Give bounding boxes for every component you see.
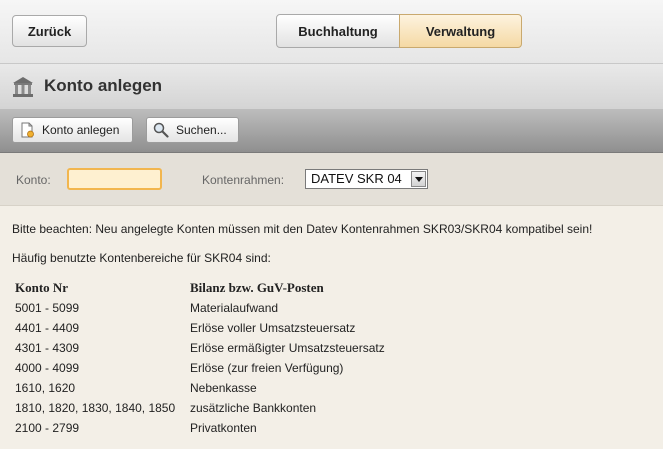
account-range: 4401 - 4409 xyxy=(15,321,80,335)
table-row: 1610, 1620 Nebenkasse xyxy=(12,378,389,398)
kontenrahmen-selected-value: DATEV SKR 04 xyxy=(311,171,402,186)
top-nav-bar: Zurück Buchhaltung Verwaltung xyxy=(0,0,663,63)
table-row: 2100 - 2799 Privatkonten xyxy=(12,418,389,438)
konto-label: Konto: xyxy=(16,173,51,187)
account-posting: Erlöse (zur freien Verfügung) xyxy=(190,361,344,375)
new-document-icon xyxy=(19,122,35,138)
account-ranges-table: Konto Nr Bilanz bzw. GuV-Posten 5001 - 5… xyxy=(12,278,389,438)
account-range: 4000 - 4099 xyxy=(15,361,80,375)
account-range: 1810, 1820, 1830, 1840, 1850 xyxy=(15,401,176,415)
account-range: 2100 - 2799 xyxy=(15,421,80,435)
table-row: 1810, 1820, 1830, 1840, 1850 zusätzliche… xyxy=(12,398,389,418)
account-posting: Erlöse voller Umsatzsteuersatz xyxy=(190,321,356,335)
kontenrahmen-label: Kontenrahmen: xyxy=(202,173,285,187)
account-form: Konto: Kontenrahmen: DATEV SKR 04 xyxy=(0,153,663,206)
account-posting: Privatkonten xyxy=(190,421,257,435)
back-button[interactable]: Zurück xyxy=(12,15,87,47)
toolbar: Konto anlegen Suchen... xyxy=(0,109,663,153)
tab-verwaltung[interactable]: Verwaltung xyxy=(399,14,522,48)
table-row: 4000 - 4099 Erlöse (zur freien Verfügung… xyxy=(12,358,389,378)
page-header: Konto anlegen xyxy=(0,63,663,109)
chevron-down-icon[interactable] xyxy=(411,171,426,187)
account-range: 4301 - 4309 xyxy=(15,341,80,355)
kontenrahmen-select[interactable]: DATEV SKR 04 xyxy=(305,169,428,189)
create-account-button[interactable]: Konto anlegen xyxy=(12,117,133,143)
account-posting: Erlöse ermäßigter Umsatzsteuersatz xyxy=(190,341,385,355)
bank-icon xyxy=(12,76,34,98)
table-row: 5001 - 5099 Materialaufwand xyxy=(12,298,389,318)
table-header-row: Konto Nr Bilanz bzw. GuV-Posten xyxy=(12,278,389,298)
account-posting: zusätzliche Bankkonten xyxy=(190,401,317,415)
table-row: 4401 - 4409 Erlöse voller Umsatzsteuersa… xyxy=(12,318,389,338)
column-header-konto-nr: Konto Nr xyxy=(15,280,69,295)
create-account-label: Konto anlegen xyxy=(42,123,120,137)
konto-input[interactable] xyxy=(67,168,162,190)
search-icon xyxy=(153,122,169,138)
column-header-posten: Bilanz bzw. GuV-Posten xyxy=(190,280,324,295)
account-range: 5001 - 5099 xyxy=(15,301,80,315)
table-row: 4301 - 4309 Erlöse ermäßigter Umsatzsteu… xyxy=(12,338,389,358)
page-title: Konto anlegen xyxy=(44,76,163,95)
account-posting: Materialaufwand xyxy=(190,301,279,315)
account-posting: Nebenkasse xyxy=(190,381,257,395)
search-label: Suchen... xyxy=(176,123,227,137)
search-button[interactable]: Suchen... xyxy=(146,117,239,143)
tab-buchhaltung[interactable]: Buchhaltung xyxy=(276,14,400,48)
common-ranges-subtitle: Häufig benutzte Kontenbereiche für SKR04… xyxy=(12,251,271,265)
compatibility-notice: Bitte beachten: Neu angelegte Konten müs… xyxy=(12,222,593,236)
account-range: 1610, 1620 xyxy=(15,381,76,395)
